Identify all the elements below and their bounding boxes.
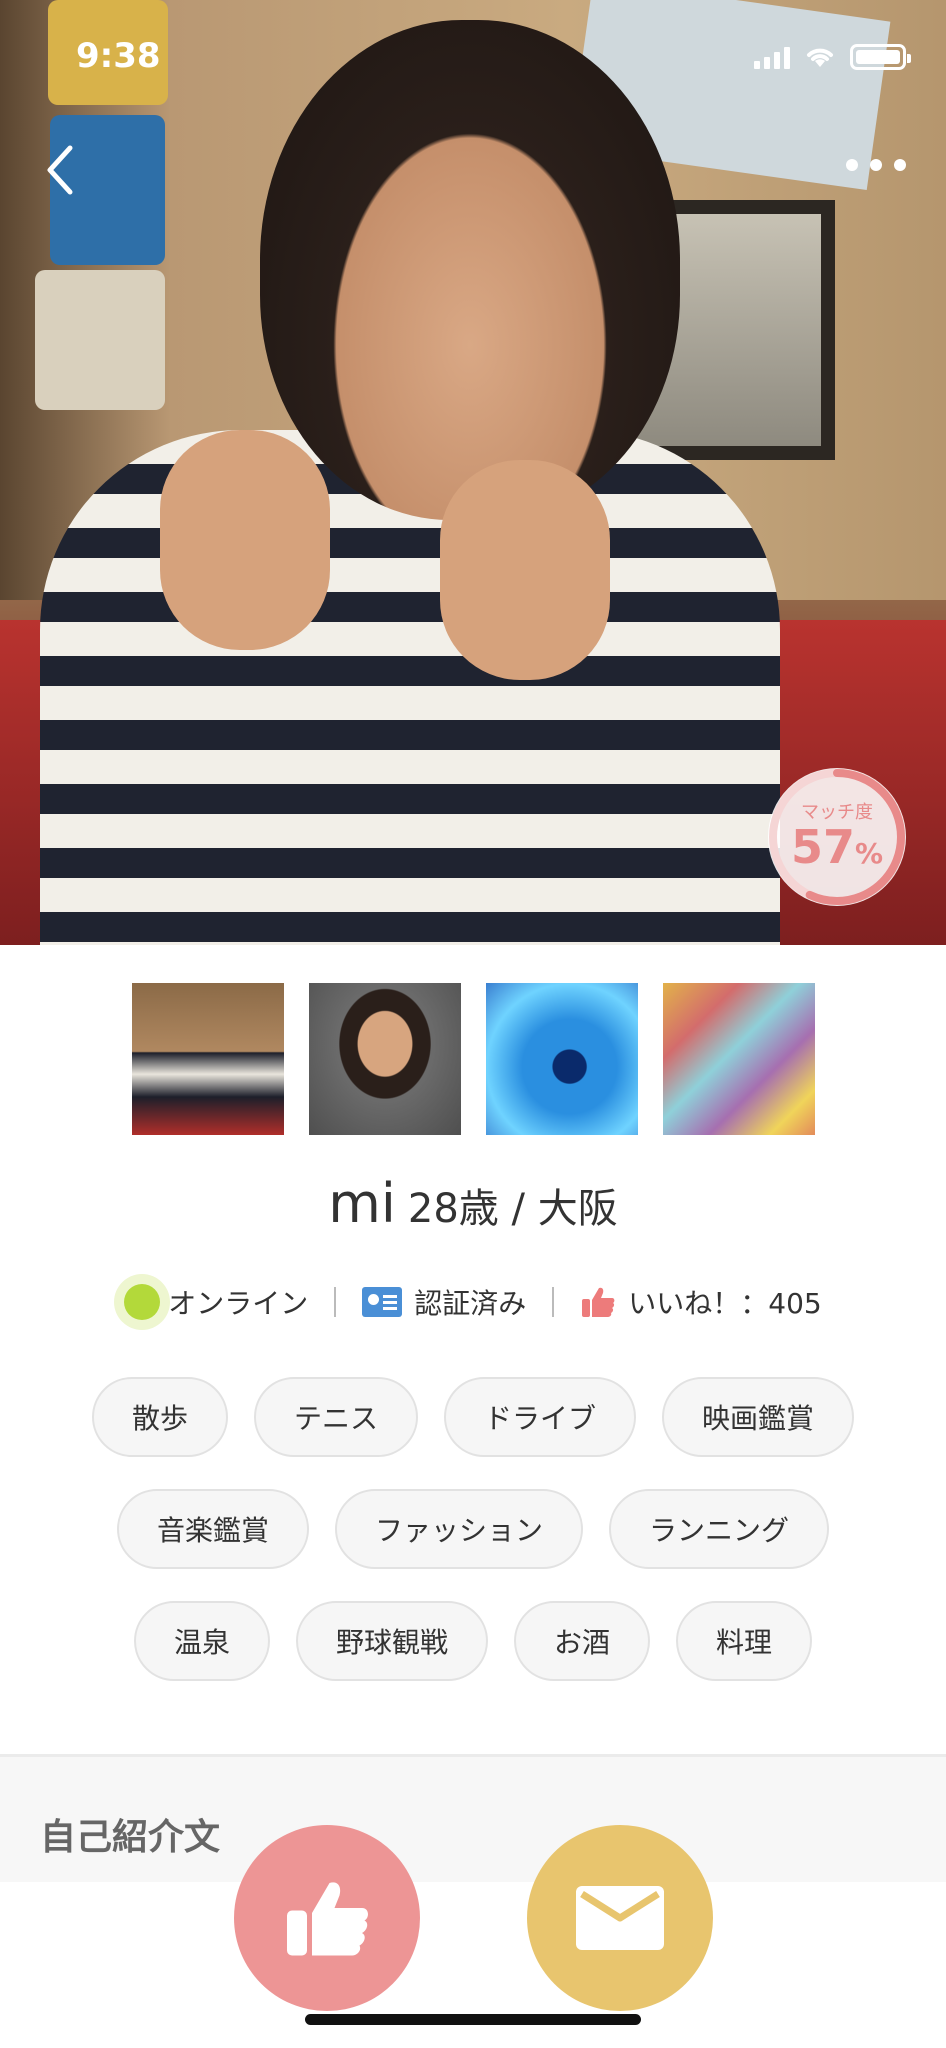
like-button[interactable] (234, 1825, 420, 2011)
photo-thumbnail-2[interactable] (309, 983, 461, 1135)
more-button[interactable] (826, 150, 906, 180)
photo-thumbnail-4[interactable] (663, 983, 815, 1135)
section-title: 自己紹介文 (40, 1817, 221, 1858)
tag[interactable]: ドライブ (444, 1377, 637, 1457)
more-icon (846, 159, 858, 171)
message-button[interactable] (527, 1825, 713, 2011)
tag[interactable]: 温泉 (133, 1601, 270, 1681)
envelope-icon (576, 1886, 664, 1950)
tag-row: 温泉 野球観戦 お酒 料理 (0, 1601, 946, 1681)
tag[interactable]: お酒 (514, 1601, 651, 1681)
photo-thumbnail-1[interactable] (132, 983, 284, 1135)
profile-info-line: オンライン 認証済み いいね！：405 (0, 1282, 946, 1322)
tag[interactable]: 散歩 (91, 1377, 228, 1457)
online-status-label: オンライン (168, 1287, 309, 1320)
status-bar: 9:38 (0, 0, 946, 115)
photo-person-hand (440, 460, 610, 680)
profile-name: mi (328, 1172, 396, 1235)
photo-thumbnail-3[interactable] (486, 983, 638, 1135)
profile-age-location: 28歳 / 大阪 (407, 1186, 618, 1232)
match-badge: マッチ度 57% (768, 768, 906, 906)
wifi-icon (807, 48, 833, 67)
signal-icon (754, 45, 790, 69)
tag[interactable]: 料理 (676, 1601, 813, 1681)
verified-label: 認証済み (414, 1287, 527, 1320)
back-icon (47, 145, 73, 195)
status-time: 9:38 (76, 36, 161, 76)
divider (334, 1287, 337, 1317)
photo-thumbnails (132, 983, 815, 1135)
online-status-icon (124, 1284, 161, 1320)
back-button[interactable] (38, 140, 88, 200)
photo-person-hand (160, 430, 330, 650)
match-value: 57% (790, 820, 884, 874)
tag[interactable]: ランニング (609, 1489, 830, 1569)
photo-plate (35, 270, 165, 410)
thumbs-up-icon (287, 1882, 368, 1956)
tag[interactable]: テニス (253, 1377, 418, 1457)
tag[interactable]: 映画鑑賞 (662, 1377, 855, 1457)
id-card-icon (362, 1287, 403, 1317)
profile-name-line: mi 28歳 / 大阪 (0, 1172, 946, 1235)
interest-tags: 散歩 テニス ドライブ 映画鑑賞 音楽鑑賞 ファッション ランニング 温泉 野球… (0, 1377, 946, 1713)
status-icons (754, 44, 911, 70)
tag-row: 散歩 テニス ドライブ 映画鑑賞 (0, 1377, 946, 1457)
battery-icon (850, 44, 911, 70)
tag[interactable]: 野球観戦 (295, 1601, 488, 1681)
divider (552, 1287, 555, 1317)
home-indicator[interactable] (305, 2014, 641, 2025)
tag[interactable]: 音楽鑑賞 (116, 1489, 309, 1569)
likes-count: いいね！：405 (628, 1287, 822, 1320)
tag-row: 音楽鑑賞 ファッション ランニング (0, 1489, 946, 1569)
tag[interactable]: ファッション (334, 1489, 583, 1569)
thumbs-up-icon (582, 1287, 615, 1317)
